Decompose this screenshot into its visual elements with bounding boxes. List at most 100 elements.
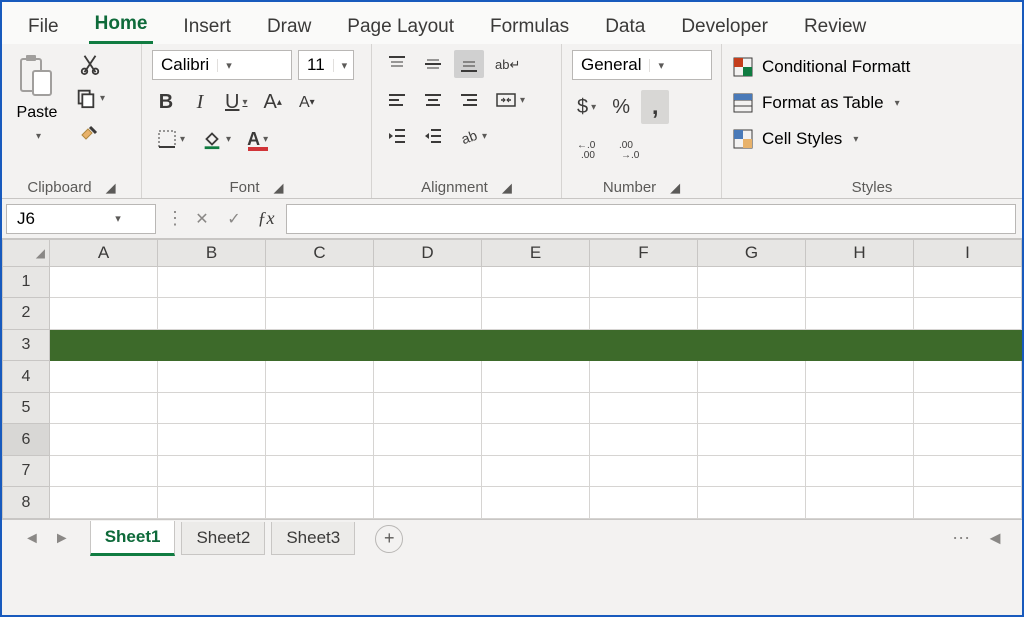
row-header[interactable]: 6 [2,424,50,456]
cell[interactable] [374,267,482,299]
cell[interactable] [698,424,806,456]
cell[interactable] [266,424,374,456]
cell[interactable] [50,393,158,425]
cell[interactable] [698,456,806,488]
cell[interactable] [590,298,698,330]
cut-icon[interactable] [70,50,110,78]
cell[interactable] [374,424,482,456]
tab-file[interactable]: File [22,8,65,44]
fill-color-icon[interactable] [196,125,236,153]
decrease-decimal-icon[interactable]: .00→.0 [614,134,650,162]
copy-icon[interactable] [70,84,110,112]
cell[interactable] [374,487,482,519]
row-header[interactable]: 8 [2,487,50,519]
tab-home[interactable]: Home [89,5,154,44]
format-as-table-button[interactable]: Format as Table [732,90,900,116]
wrap-text-icon[interactable]: ab↵ [490,50,525,78]
cell[interactable] [914,487,1022,519]
cell[interactable] [590,456,698,488]
cell[interactable] [266,298,374,330]
row-header[interactable]: 2 [2,298,50,330]
cell[interactable] [266,487,374,519]
percent-format-icon[interactable]: % [607,93,635,122]
merge-center-icon[interactable] [490,86,530,114]
font-launcher-icon[interactable]: ◢ [274,180,284,196]
align-center-icon[interactable] [418,86,448,114]
cell[interactable] [806,487,914,519]
formula-input[interactable] [286,204,1016,234]
italic-button[interactable]: I [186,88,214,117]
orientation-icon[interactable]: ab [454,122,492,150]
formula-options-icon[interactable]: ⋮ [166,208,184,229]
cell[interactable] [806,267,914,299]
cell[interactable] [914,393,1022,425]
clipboard-launcher-icon[interactable]: ◢ [106,180,116,196]
cell[interactable] [698,487,806,519]
cell[interactable] [806,298,914,330]
cell[interactable] [266,456,374,488]
cell[interactable] [698,298,806,330]
column-header[interactable]: F [590,239,698,267]
paste-icon[interactable] [12,50,62,102]
cell[interactable] [374,298,482,330]
format-painter-icon[interactable] [70,118,110,148]
add-sheet-icon[interactable]: + [375,525,403,553]
align-middle-icon[interactable] [418,50,448,78]
cell[interactable] [698,393,806,425]
cell[interactable] [482,361,590,393]
cell[interactable] [914,456,1022,488]
row-header[interactable]: 5 [2,393,50,425]
cell-styles-button[interactable]: Cell Styles [732,126,858,152]
column-header[interactable]: C [266,239,374,267]
cell[interactable] [50,487,158,519]
alignment-launcher-icon[interactable]: ◢ [502,180,512,196]
cell[interactable] [914,424,1022,456]
cell[interactable] [374,456,482,488]
cell[interactable] [590,487,698,519]
cell[interactable] [482,267,590,299]
increase-decimal-icon[interactable]: ←.0.00 [572,134,608,162]
column-header[interactable]: G [698,239,806,267]
number-launcher-icon[interactable]: ◢ [670,180,680,196]
cell[interactable] [266,361,374,393]
scroll-left-icon[interactable]: ◄ [986,528,1004,549]
conditional-formatting-button[interactable]: Conditional Formatt [732,54,910,80]
underline-button[interactable]: U [220,88,252,117]
sheet-tab[interactable]: Sheet3 [271,522,355,555]
cell[interactable] [590,267,698,299]
accounting-format-icon[interactable]: $ [572,93,601,122]
cell[interactable] [482,487,590,519]
decrease-font-icon[interactable]: A▾ [293,89,321,117]
cell[interactable] [266,267,374,299]
cell[interactable] [806,424,914,456]
cell[interactable] [158,267,266,299]
cell[interactable] [590,330,698,362]
cell[interactable] [50,267,158,299]
cell[interactable] [482,330,590,362]
cell[interactable] [158,424,266,456]
cell[interactable] [158,298,266,330]
column-header[interactable]: D [374,239,482,267]
row-header[interactable]: 3 [2,330,50,362]
cell[interactable] [158,456,266,488]
insert-function-icon[interactable]: ƒx [252,205,280,233]
cell[interactable] [374,330,482,362]
column-header[interactable]: A [50,239,158,267]
cell[interactable] [482,424,590,456]
cell[interactable] [698,267,806,299]
decrease-indent-icon[interactable] [382,122,412,150]
comma-format-icon[interactable]: , [641,90,669,124]
cell[interactable] [158,330,266,362]
number-format-select[interactable]: General▾ [572,50,712,80]
cell[interactable] [50,456,158,488]
column-header[interactable]: H [806,239,914,267]
paste-dropdown[interactable] [25,124,49,148]
font-name-select[interactable]: Calibri▾ [152,50,292,80]
tab-developer[interactable]: Developer [675,8,774,44]
cell[interactable] [158,361,266,393]
cell[interactable] [698,361,806,393]
cell[interactable] [158,487,266,519]
sheet-prev-icon[interactable]: ◄ [24,530,40,548]
cell[interactable] [50,424,158,456]
cell[interactable] [698,330,806,362]
